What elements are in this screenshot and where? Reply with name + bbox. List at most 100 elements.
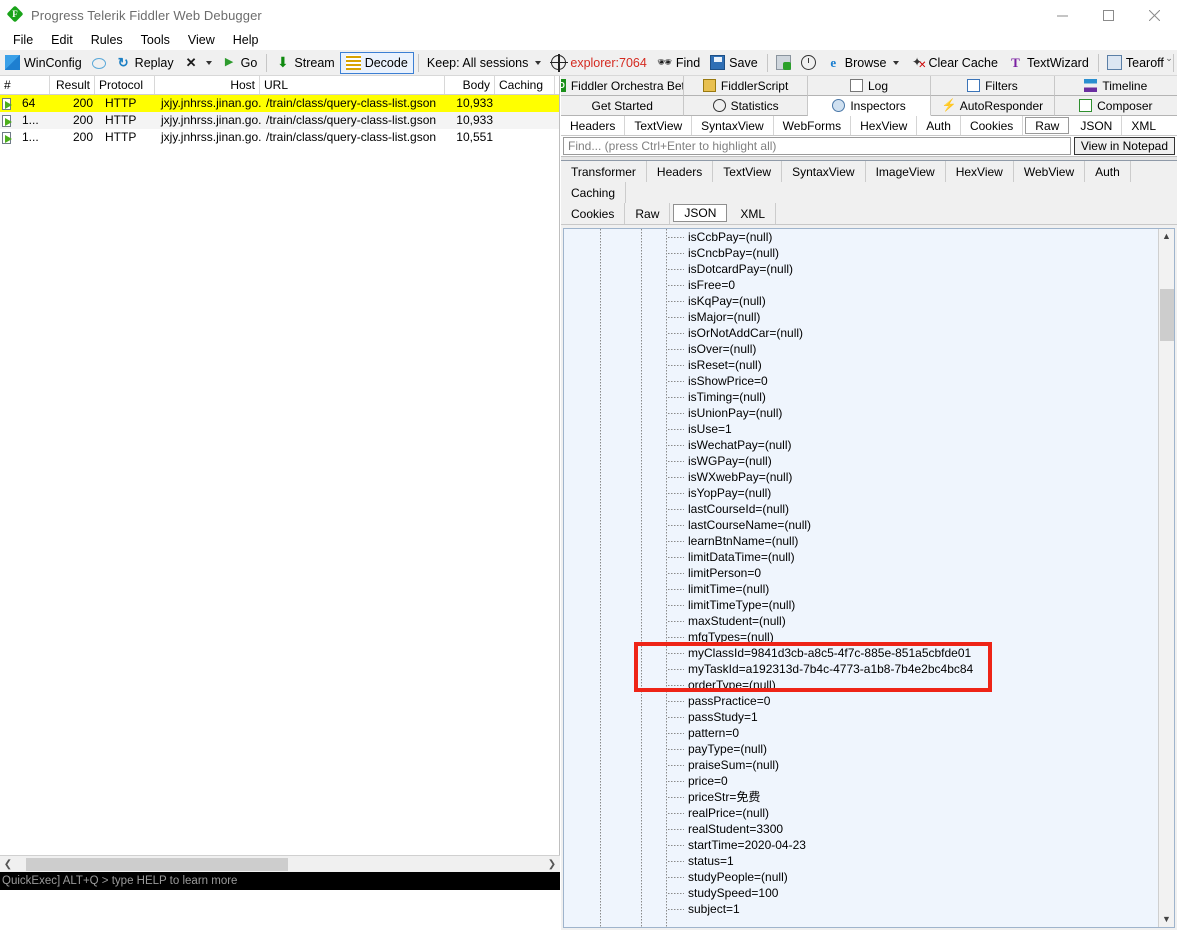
table-row[interactable]: 1... 200 HTTP jxjy.jnhrss.jinan.go... /t… [0,112,559,129]
tab-resp-xml[interactable]: XML [730,203,777,224]
json-tree-row[interactable]: lastCourseName=(null) [564,517,1158,533]
json-tree-row[interactable]: isOrNotAddCar=(null) [564,325,1158,341]
column-header-body[interactable]: Body [445,76,495,94]
json-tree-row[interactable]: isDotcardPay=(null) [564,261,1158,277]
tab-req-raw[interactable]: Raw [1025,117,1070,134]
toolbar-remove-button[interactable]: ✕ [179,52,217,74]
json-tree-row[interactable]: realStudent=3300 [564,821,1158,837]
toolbar-process-filter[interactable]: explorer:7064 [546,52,651,74]
json-tree-row[interactable]: isWechatPay=(null) [564,437,1158,453]
json-tree-row[interactable]: payType=(null) [564,741,1158,757]
json-tree-row[interactable]: priceStr=免费 [564,789,1158,805]
toolbar-tearoff-button[interactable]: Tearoff [1102,52,1169,74]
toolbar-keep-dropdown[interactable]: Keep: All sessions [422,52,546,74]
scroll-right-icon[interactable]: ❯ [544,859,560,870]
json-tree-row[interactable]: pattern=0 [564,725,1158,741]
tab-resp-json[interactable]: JSON [673,204,728,222]
tab-resp-transformer[interactable]: Transformer [561,161,647,182]
json-tree-row[interactable]: realPrice=(null) [564,805,1158,821]
toolbar-go-button[interactable]: ▶ Go [217,52,263,74]
tab-timeline[interactable]: Timeline [1054,76,1177,96]
column-header-num[interactable]: # [0,76,50,94]
json-tree-row[interactable]: startTime=2020-04-23 [564,837,1158,853]
scroll-thumb[interactable] [1160,289,1174,341]
tab-req-headers[interactable]: Headers [561,116,626,135]
column-header-url[interactable]: URL [260,76,445,94]
menu-file[interactable]: File [4,31,42,49]
tab-req-webforms[interactable]: WebForms [774,116,852,135]
json-tree-row[interactable]: isUse=1 [564,421,1158,437]
json-tree-row[interactable]: myTaskId=a192313d-7b4c-4773-a1b8-7b4e2bc… [564,661,1158,677]
toolbar-browse-button[interactable]: e Browse [821,52,905,74]
json-tree-row[interactable]: isFree=0 [564,277,1158,293]
quickexec-input[interactable]: QuickExec] ALT+Q > type HELP to learn mo… [0,872,560,890]
tab-resp-textview[interactable]: TextView [713,161,783,182]
tab-log[interactable]: Log [807,76,932,96]
tab-inspectors[interactable]: Inspectors [807,96,932,116]
tab-statistics[interactable]: Statistics [684,96,808,116]
json-tree-row[interactable]: learnBtnName=(null) [564,533,1158,549]
menu-tools[interactable]: Tools [132,31,179,49]
tab-req-auth[interactable]: Auth [917,116,961,135]
toolbar-timer-button[interactable] [796,52,821,74]
column-header-host[interactable]: Host [155,76,260,94]
tab-resp-caching[interactable]: Caching [561,182,627,203]
toolbar-winconfig-button[interactable]: WinConfig [0,52,87,74]
json-tree-row[interactable]: isWXwebPay=(null) [564,469,1158,485]
json-tree-row[interactable]: maxStudent=(null) [564,613,1158,629]
tab-autoresponder[interactable]: ⚡ AutoResponder [931,96,1055,116]
toolbar-comment-button[interactable] [87,52,111,74]
json-tree-row[interactable]: isOver=(null) [564,341,1158,357]
tab-get-started[interactable]: Get Started [561,96,685,116]
view-in-notepad-button[interactable]: View in Notepad [1073,137,1175,155]
json-tree-row[interactable]: subject=1 [564,901,1158,917]
json-tree-row[interactable]: orderType=(null) [564,677,1158,693]
json-tree-row[interactable]: mfgTypes=(null) [564,629,1158,645]
tab-fiddlerscript[interactable]: FiddlerScript [684,76,808,96]
toolbar-decode-button[interactable]: Decode [339,51,414,74]
json-tree-row[interactable]: studySpeed=100 [564,885,1158,901]
tab-req-syntaxview[interactable]: SyntaxView [692,116,774,135]
minimize-icon[interactable] [1039,0,1085,30]
json-tree-row[interactable]: isMajor=(null) [564,309,1158,325]
json-tree-row[interactable]: isYopPay=(null) [564,485,1158,501]
json-tree-row[interactable]: passStudy=1 [564,709,1158,725]
tab-resp-raw[interactable]: Raw [625,203,671,224]
json-tree-row[interactable]: passPractice=0 [564,693,1158,709]
toolbar-save-button[interactable]: Save [705,52,763,74]
tab-filters[interactable]: Filters [931,76,1055,96]
json-tree-row[interactable]: myClassId=9841d3cb-a8c5-4f7c-885e-851a5c… [564,645,1158,661]
toolbar-find-button[interactable]: 🕶 Find [652,52,705,74]
tab-req-hexview[interactable]: HexView [851,116,918,135]
tab-composer[interactable]: Composer [1054,96,1177,116]
toolbar-replay-button[interactable]: ↻ Replay [111,52,179,74]
column-header-caching[interactable]: Caching [495,76,555,94]
tab-req-json[interactable]: JSON [1071,116,1123,135]
json-tree-row[interactable]: studyPeople=(null) [564,869,1158,885]
sessions-horizontal-scrollbar[interactable]: ❮ ❯ [0,855,560,872]
toolbar-stream-button[interactable]: ⬇ Stream [270,52,339,74]
json-tree-row[interactable]: status=1 [564,853,1158,869]
tab-resp-headers[interactable]: Headers [647,161,714,182]
json-vertical-scrollbar[interactable]: ▲ ▼ [1158,229,1174,927]
tab-resp-hexview[interactable]: HexView [946,161,1014,182]
scroll-up-icon[interactable]: ▲ [1159,229,1174,244]
tab-resp-webview[interactable]: WebView [1014,161,1086,182]
scroll-track[interactable] [16,856,544,872]
column-header-protocol[interactable]: Protocol [95,76,155,94]
json-tree-row[interactable]: limitDataTime=(null) [564,549,1158,565]
json-tree-row[interactable]: price=0 [564,773,1158,789]
scroll-thumb[interactable] [26,857,288,871]
toolbar-textwizard-button[interactable]: T TextWizard [1003,52,1094,74]
json-tree-row[interactable]: praiseSum=(null) [564,757,1158,773]
json-tree-row[interactable]: isKqPay=(null) [564,293,1158,309]
maximize-icon[interactable] [1085,0,1131,30]
tab-fiddler-orchestra[interactable]: FO Fiddler Orchestra Beta [561,76,685,96]
toolbar-clear-cache-button[interactable]: ✦ Clear Cache [904,52,1002,74]
tab-req-xml[interactable]: XML [1122,116,1165,135]
json-tree-row[interactable]: isCcbPay=(null) [564,229,1158,245]
tab-req-cookies[interactable]: Cookies [961,116,1024,135]
json-tree-row[interactable]: isShowPrice=0 [564,373,1158,389]
json-tree-row[interactable]: isReset=(null) [564,357,1158,373]
toolbar-clipboard-button[interactable] [771,52,796,74]
